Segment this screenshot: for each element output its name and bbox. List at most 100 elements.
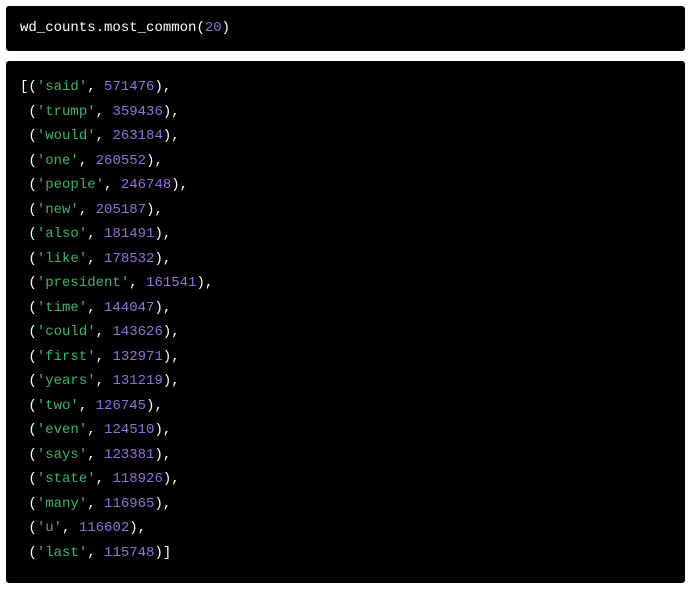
dot: . bbox=[96, 20, 104, 36]
row-suffix: ), bbox=[146, 153, 163, 169]
row-suffix: ), bbox=[146, 398, 163, 414]
row-prefix: ( bbox=[20, 398, 37, 414]
code-arg: 20 bbox=[205, 20, 222, 36]
output-row: ('people', 246748), bbox=[20, 173, 671, 198]
open-paren: ( bbox=[196, 20, 204, 36]
word-text: 'like' bbox=[37, 251, 87, 267]
word-text: 'two' bbox=[37, 398, 79, 414]
row-prefix: ( bbox=[20, 251, 37, 267]
row-suffix: ), bbox=[154, 226, 171, 242]
code-input-cell[interactable]: wd_counts.most_common(20) bbox=[6, 6, 685, 51]
count-number: 571476 bbox=[104, 79, 154, 95]
comma: , bbox=[96, 128, 113, 144]
row-prefix: ( bbox=[20, 177, 37, 193]
word-text: 'one' bbox=[37, 153, 79, 169]
row-suffix: ), bbox=[163, 324, 180, 340]
code-object: wd_counts bbox=[20, 20, 96, 36]
word-text: 'would' bbox=[37, 128, 96, 144]
comma: , bbox=[62, 520, 79, 536]
row-prefix: [( bbox=[20, 79, 37, 95]
output-row: ('could', 143626), bbox=[20, 320, 671, 345]
word-text: 'people' bbox=[37, 177, 104, 193]
row-suffix: ), bbox=[171, 177, 188, 193]
count-number: 144047 bbox=[104, 300, 154, 316]
count-number: 143626 bbox=[112, 324, 162, 340]
comma: , bbox=[96, 349, 113, 365]
output-row: ('says', 123381), bbox=[20, 443, 671, 468]
output-row: ('would', 263184), bbox=[20, 124, 671, 149]
comma: , bbox=[79, 398, 96, 414]
comma: , bbox=[96, 104, 113, 120]
output-row: ('years', 131219), bbox=[20, 369, 671, 394]
output-row: ('president', 161541), bbox=[20, 271, 671, 296]
word-text: 'state' bbox=[37, 471, 96, 487]
comma: , bbox=[87, 300, 104, 316]
count-number: 246748 bbox=[121, 177, 171, 193]
word-text: 'said' bbox=[37, 79, 87, 95]
output-row: ('first', 132971), bbox=[20, 345, 671, 370]
close-paren: ) bbox=[222, 20, 230, 36]
comma: , bbox=[87, 422, 104, 438]
row-prefix: ( bbox=[20, 545, 37, 561]
word-text: 'last' bbox=[37, 545, 87, 561]
row-prefix: ( bbox=[20, 520, 37, 536]
output-row: ('one', 260552), bbox=[20, 149, 671, 174]
row-suffix: ), bbox=[163, 104, 180, 120]
comma: , bbox=[96, 324, 113, 340]
row-suffix: ), bbox=[154, 422, 171, 438]
comma: , bbox=[87, 226, 104, 242]
row-suffix: ), bbox=[129, 520, 146, 536]
count-number: 131219 bbox=[112, 373, 162, 389]
row-prefix: ( bbox=[20, 202, 37, 218]
code-output-cell: [('said', 571476), ('trump', 359436), ('… bbox=[6, 61, 685, 583]
output-row: ('time', 144047), bbox=[20, 296, 671, 321]
output-row: ('state', 118926), bbox=[20, 467, 671, 492]
comma: , bbox=[87, 79, 104, 95]
row-suffix: ), bbox=[146, 202, 163, 218]
comma: , bbox=[87, 447, 104, 463]
word-text: 'president' bbox=[37, 275, 129, 291]
code-method: most_common bbox=[104, 20, 196, 36]
row-suffix: ), bbox=[163, 128, 180, 144]
row-prefix: ( bbox=[20, 349, 37, 365]
row-prefix: ( bbox=[20, 104, 37, 120]
row-prefix: ( bbox=[20, 324, 37, 340]
output-row: ('u', 116602), bbox=[20, 516, 671, 541]
comma: , bbox=[79, 153, 96, 169]
row-prefix: ( bbox=[20, 128, 37, 144]
word-text: 'even' bbox=[37, 422, 87, 438]
row-suffix: ), bbox=[163, 349, 180, 365]
row-suffix: ), bbox=[154, 447, 171, 463]
word-text: 'first' bbox=[37, 349, 96, 365]
row-suffix: ), bbox=[154, 79, 171, 95]
row-suffix: ), bbox=[154, 496, 171, 512]
count-number: 126745 bbox=[96, 398, 146, 414]
word-text: 'says' bbox=[37, 447, 87, 463]
count-number: 181491 bbox=[104, 226, 154, 242]
count-number: 359436 bbox=[112, 104, 162, 120]
count-number: 263184 bbox=[112, 128, 162, 144]
output-row: ('new', 205187), bbox=[20, 198, 671, 223]
word-text: 'could' bbox=[37, 324, 96, 340]
output-row: ('trump', 359436), bbox=[20, 100, 671, 125]
count-number: 123381 bbox=[104, 447, 154, 463]
comma: , bbox=[96, 373, 113, 389]
output-row: ('like', 178532), bbox=[20, 247, 671, 272]
word-text: 'also' bbox=[37, 226, 87, 242]
row-prefix: ( bbox=[20, 447, 37, 463]
row-suffix: )] bbox=[154, 545, 171, 561]
word-text: 'many' bbox=[37, 496, 87, 512]
word-text: 'trump' bbox=[37, 104, 96, 120]
count-number: 116602 bbox=[79, 520, 129, 536]
comma: , bbox=[96, 471, 113, 487]
row-prefix: ( bbox=[20, 496, 37, 512]
output-row: ('also', 181491), bbox=[20, 222, 671, 247]
word-text: 'u' bbox=[37, 520, 62, 536]
count-number: 124510 bbox=[104, 422, 154, 438]
row-prefix: ( bbox=[20, 300, 37, 316]
word-text: 'new' bbox=[37, 202, 79, 218]
row-prefix: ( bbox=[20, 422, 37, 438]
word-text: 'time' bbox=[37, 300, 87, 316]
output-row: ('two', 126745), bbox=[20, 394, 671, 419]
comma: , bbox=[104, 177, 121, 193]
